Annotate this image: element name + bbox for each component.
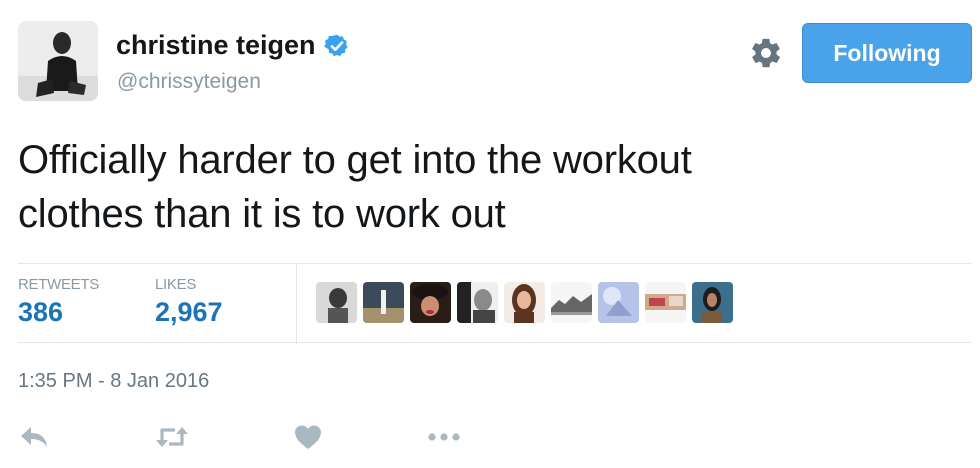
- divider-bottom: [18, 342, 972, 343]
- likers-avatars: [316, 282, 733, 323]
- liker-avatar[interactable]: [645, 282, 686, 323]
- liker-avatar[interactable]: [692, 282, 733, 323]
- following-button[interactable]: Following: [802, 23, 972, 83]
- display-name-text[interactable]: christine teigen: [116, 30, 316, 61]
- likes-label: LIKES: [155, 276, 197, 293]
- retweets-label: RETWEETS: [18, 276, 99, 293]
- tweet-text-line-2: clothes than it is to work out: [18, 192, 506, 236]
- reply-icon[interactable]: [16, 422, 52, 452]
- display-name[interactable]: christine teigen: [116, 30, 350, 61]
- liker-avatar[interactable]: [504, 282, 545, 323]
- liker-avatar[interactable]: [363, 282, 404, 323]
- retweets-stat[interactable]: RETWEETS 386: [18, 276, 99, 328]
- tweet-text: Officially harder to get into the workou…: [18, 133, 918, 241]
- stats-divider: [296, 264, 297, 344]
- liker-avatar[interactable]: [410, 282, 451, 323]
- likes-count[interactable]: 2,967: [155, 297, 223, 328]
- liker-avatar[interactable]: [551, 282, 592, 323]
- liker-avatar[interactable]: [316, 282, 357, 323]
- retweets-count[interactable]: 386: [18, 297, 99, 328]
- liker-avatar[interactable]: [457, 282, 498, 323]
- profile-avatar[interactable]: [18, 21, 98, 101]
- gear-icon[interactable]: [749, 36, 783, 70]
- liker-avatar[interactable]: [598, 282, 639, 323]
- retweet-icon[interactable]: [154, 422, 190, 452]
- divider-top: [18, 263, 972, 264]
- more-icon[interactable]: [426, 422, 462, 452]
- tweet-text-line-1: Officially harder to get into the workou…: [18, 138, 692, 182]
- verified-badge-icon: [323, 34, 348, 56]
- like-icon[interactable]: [290, 422, 326, 452]
- user-handle[interactable]: @chrissyteigen: [117, 70, 261, 94]
- likes-stat[interactable]: LIKES 2,967: [155, 276, 223, 328]
- following-button-label: Following: [833, 39, 941, 66]
- profile-photo: [18, 21, 98, 101]
- tweet-timestamp[interactable]: 1:35 PM - 8 Jan 2016: [18, 370, 209, 393]
